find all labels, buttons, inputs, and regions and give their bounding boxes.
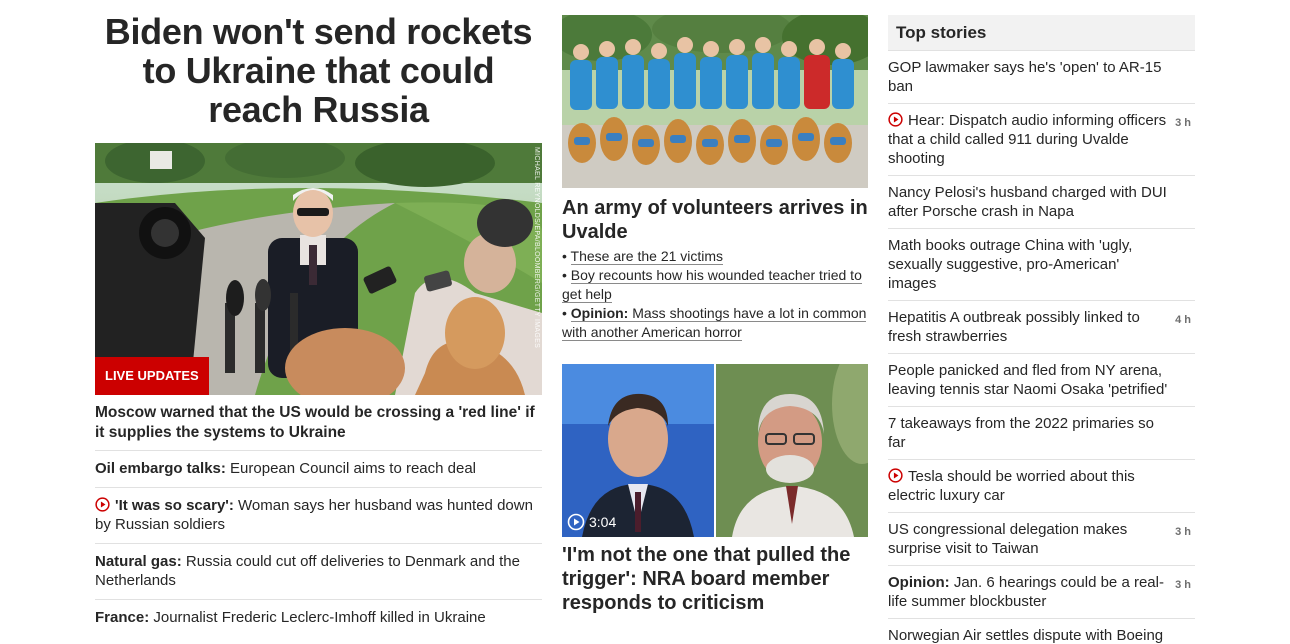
list-item[interactable]: Hear: Dispatch audio informing officers … xyxy=(888,104,1195,176)
story-headline: GOP lawmaker says he's 'open' to AR-15 b… xyxy=(888,59,1162,95)
story-text: 7 takeaways from the 2022 primaries so f… xyxy=(888,414,1168,452)
top-stories-list: GOP lawmaker says he's 'open' to AR-15 b… xyxy=(888,51,1195,644)
lead-story: Biden won't send rockets to Ukraine that… xyxy=(95,12,542,635)
timestamp xyxy=(1191,414,1195,452)
video-thumbnail[interactable]: 3:04 xyxy=(562,364,868,537)
story-text: Opinion: Jan. 6 hearings could be a real… xyxy=(888,573,1168,611)
story-text: Norwegian Air settles dispute with Boein… xyxy=(888,626,1168,644)
story-text: US congressional delegation makes surpri… xyxy=(888,520,1168,558)
timestamp xyxy=(1191,58,1195,96)
list-item[interactable]: Oil embargo talks: European Council aims… xyxy=(95,451,542,488)
lead-headline[interactable]: Biden won't send rockets to Ukraine that… xyxy=(95,12,542,129)
list-item[interactable]: Math books outrage China with 'ugly, sex… xyxy=(888,229,1195,301)
story-prefix: Opinion: xyxy=(888,574,950,591)
list-item-text: European Council aims to reach deal xyxy=(225,460,477,477)
lead-story-list: Moscow warned that the US would be cross… xyxy=(95,395,542,635)
live-updates-badge[interactable]: LIVE UPDATES xyxy=(95,357,209,395)
link-prefix: Opinion: xyxy=(570,305,629,321)
story-headline: Norwegian Air settles dispute with Boein… xyxy=(888,627,1164,644)
list-item: • Boy recounts how his wounded teacher t… xyxy=(562,267,862,303)
volunteers-photo[interactable] xyxy=(562,15,868,188)
story-link[interactable]: Boy recounts how his wounded teacher tri… xyxy=(562,267,862,303)
list-item: • Opinion: Mass shootings have a lot in … xyxy=(562,305,867,341)
list-item[interactable]: Nancy Pelosi's husband charged with DUI … xyxy=(888,176,1195,229)
top-stories: Top stories GOP lawmaker says he's 'open… xyxy=(888,15,1195,644)
story-title[interactable]: 'I'm not the one that pulled the trigger… xyxy=(562,543,868,615)
list-item[interactable]: Natural gas: Russia could cut off delive… xyxy=(95,544,542,600)
video-duration: 3:04 xyxy=(567,513,616,531)
story-headline: Math books outrage China with 'ugly, sex… xyxy=(888,237,1133,292)
story-headline: Hepatitis A outbreak possibly linked to … xyxy=(888,309,1140,345)
timestamp: 4 h xyxy=(1175,314,1191,326)
list-item-prefix: Oil embargo talks: xyxy=(95,460,226,477)
list-item-text: Journalist Frederic Leclerc-Imhoff kille… xyxy=(149,608,486,626)
story-title[interactable]: An army of volunteers arrives in Uvalde xyxy=(562,196,868,244)
list-item-prefix: France: xyxy=(95,608,150,626)
list-item[interactable]: 'It was so scary': Woman says her husban… xyxy=(95,488,542,544)
story-headline: Nancy Pelosi's husband charged with DUI … xyxy=(888,184,1167,220)
link-text: These are the 21 victims xyxy=(570,248,724,264)
story-link[interactable]: Opinion: Mass shootings have a lot in co… xyxy=(562,305,867,341)
lead-photo[interactable]: MICHAEL REYNOLDS/EPA/BLOOMBERG/GETTY IMA… xyxy=(95,143,542,395)
story-text: Nancy Pelosi's husband charged with DUI … xyxy=(888,183,1168,221)
story-headline: Tesla should be worried about this elect… xyxy=(888,468,1135,504)
story-text: People panicked and fled from NY arena, … xyxy=(888,361,1168,399)
story-text: Hear: Dispatch audio informing officers … xyxy=(888,111,1168,168)
timestamp: 3 h xyxy=(1175,579,1191,591)
list-item[interactable]: France: Journalist Frederic Leclerc-Imho… xyxy=(95,600,542,636)
list-item[interactable]: 7 takeaways from the 2022 primaries so f… xyxy=(888,407,1195,460)
story-text: Hepatitis A outbreak possibly linked to … xyxy=(888,308,1168,346)
volunteers-photo-image xyxy=(562,15,868,188)
list-item[interactable]: Tesla should be worried about this elect… xyxy=(888,460,1195,513)
list-item[interactable]: People panicked and fled from NY arena, … xyxy=(888,354,1195,407)
timestamp xyxy=(1191,183,1195,221)
story-headline: Hear: Dispatch audio informing officers … xyxy=(888,112,1167,167)
play-circle-icon xyxy=(888,468,903,483)
story-headline: 7 takeaways from the 2022 primaries so f… xyxy=(888,415,1154,451)
play-circle-icon xyxy=(95,496,110,512)
story-headline: People panicked and fled from NY arena, … xyxy=(888,362,1168,398)
list-item-prefix: Natural gas: xyxy=(95,552,182,570)
list-item-text: Moscow warned that the US would be cross… xyxy=(95,404,535,441)
story-headline: US congressional delegation makes surpri… xyxy=(888,521,1128,557)
link-text: Boy recounts how his wounded teacher tri… xyxy=(562,267,862,302)
list-item[interactable]: Moscow warned that the US would be cross… xyxy=(95,395,542,451)
list-item[interactable]: Hepatitis A outbreak possibly linked to … xyxy=(888,301,1195,354)
timestamp: 3 h xyxy=(1175,526,1191,538)
list-item-prefix: 'It was so scary': xyxy=(115,496,234,514)
timestamp: 3 h xyxy=(1175,117,1191,129)
list-item[interactable]: Norwegian Air settles dispute with Boein… xyxy=(888,619,1195,644)
play-circle-icon xyxy=(888,112,903,127)
story-bullets: • These are the 21 victims • Boy recount… xyxy=(562,247,868,342)
photo-credit: MICHAEL REYNOLDS/EPA/BLOOMBERG/GETTY IMA… xyxy=(533,147,540,349)
middle-column: An army of volunteers arrives in Uvalde … xyxy=(562,15,868,615)
timestamp xyxy=(1191,236,1195,293)
story-text: Math books outrage China with 'ugly, sex… xyxy=(888,236,1168,293)
top-stories-heading: Top stories xyxy=(888,15,1195,51)
list-item[interactable]: US congressional delegation makes surpri… xyxy=(888,513,1195,566)
timestamp xyxy=(1191,361,1195,399)
list-item[interactable]: Opinion: Jan. 6 hearings could be a real… xyxy=(888,566,1195,619)
story-text: Tesla should be worried about this elect… xyxy=(888,467,1168,505)
list-item[interactable]: GOP lawmaker says he's 'open' to AR-15 b… xyxy=(888,51,1195,104)
timestamp xyxy=(1191,467,1195,505)
story-text: GOP lawmaker says he's 'open' to AR-15 b… xyxy=(888,58,1168,96)
duration-text: 3:04 xyxy=(589,514,617,530)
story-link[interactable]: These are the 21 victims xyxy=(570,248,724,265)
timestamp xyxy=(1191,626,1195,644)
list-item: • These are the 21 victims xyxy=(562,248,724,265)
play-circle-icon xyxy=(567,513,585,531)
video-thumbnail-image xyxy=(562,364,868,537)
